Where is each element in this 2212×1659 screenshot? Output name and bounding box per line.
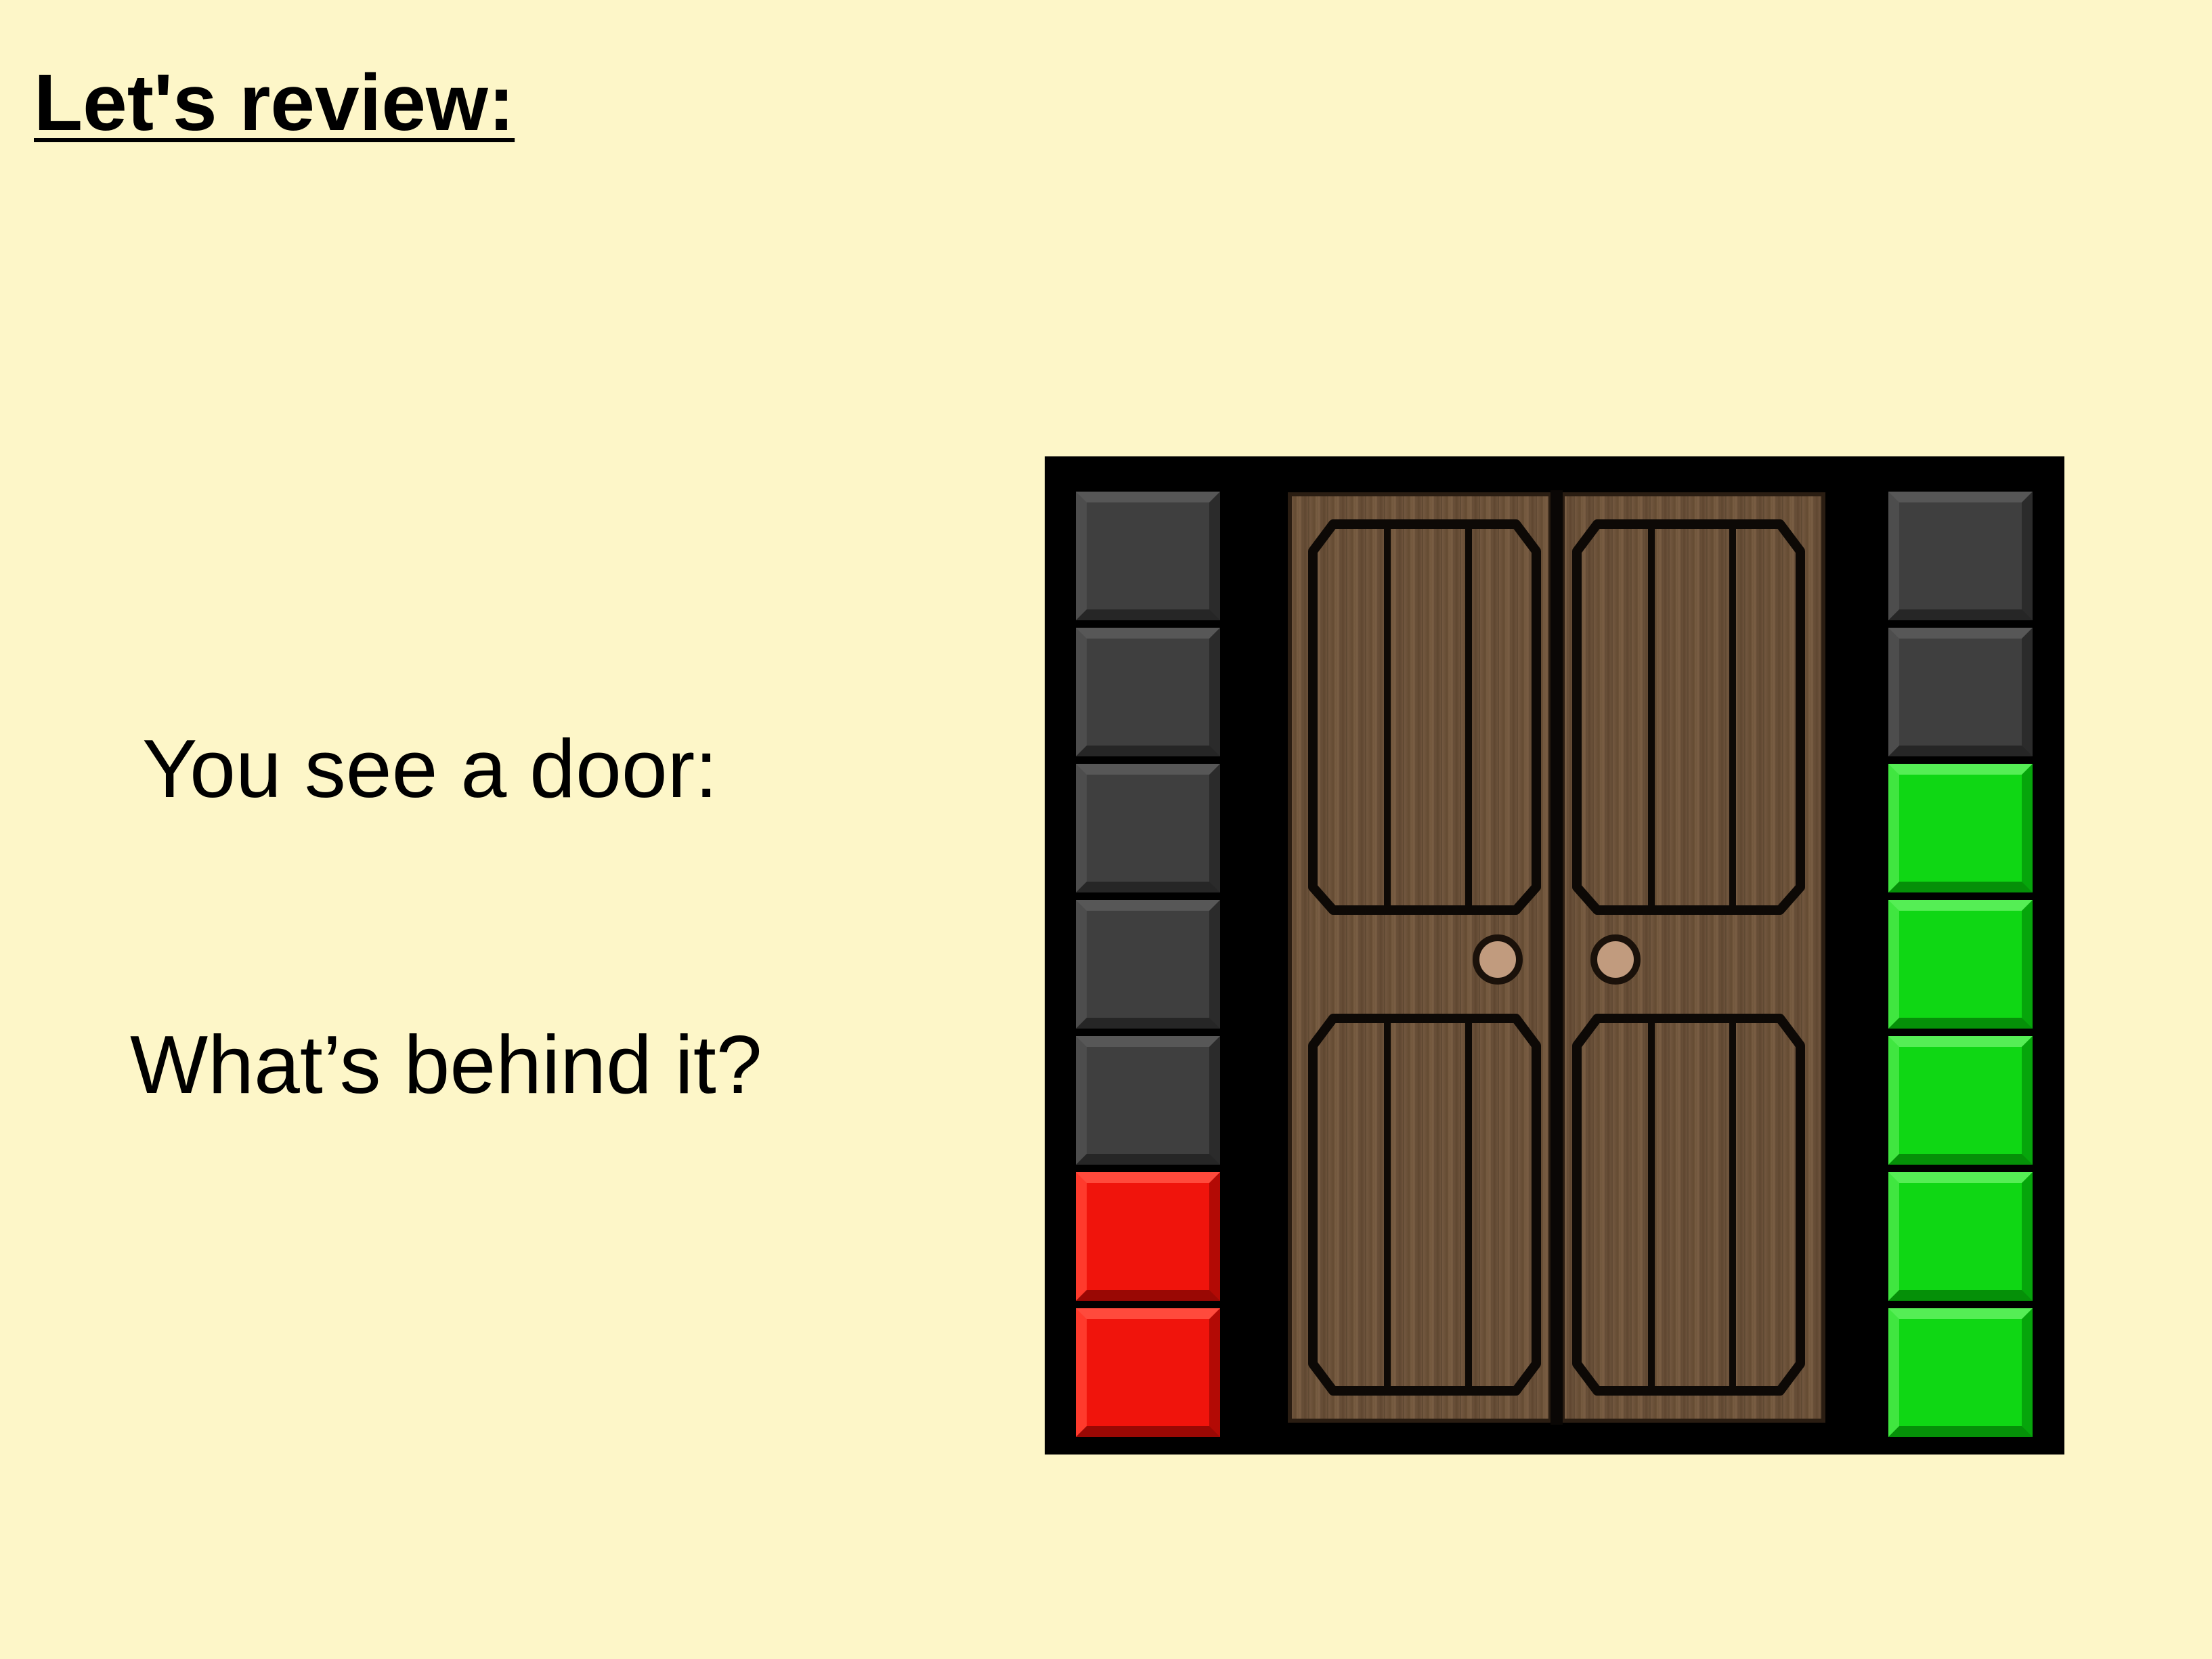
left-knob-icon	[1473, 934, 1523, 985]
right-meter-block-green	[1888, 1172, 2033, 1301]
left-meter-block-red	[1076, 1172, 1220, 1301]
prompt-door: You see a door:	[142, 723, 718, 815]
left-meter-block-red	[1076, 1308, 1220, 1437]
right-meter-block-green	[1888, 1308, 2033, 1437]
door-icon	[1288, 490, 1825, 1425]
left-meter-block-gray	[1076, 628, 1220, 756]
right-meter-block-green	[1888, 1036, 2033, 1165]
right-meter	[1888, 492, 2033, 1444]
prompt-question: What’s behind it?	[130, 1018, 762, 1111]
left-meter-block-gray	[1076, 492, 1220, 620]
slide-title: Let's review:	[34, 58, 515, 148]
double-door[interactable]	[1286, 490, 1827, 1425]
right-meter-block-green	[1888, 764, 2033, 892]
right-knob-icon	[1590, 934, 1641, 985]
left-meter-block-gray	[1076, 900, 1220, 1029]
left-meter	[1076, 492, 1220, 1444]
left-meter-block-gray	[1076, 1036, 1220, 1165]
left-meter-block-gray	[1076, 764, 1220, 892]
door-panel	[1045, 456, 2064, 1455]
right-meter-block-gray	[1888, 628, 2033, 756]
right-meter-block-gray	[1888, 492, 2033, 620]
right-meter-block-green	[1888, 900, 2033, 1029]
